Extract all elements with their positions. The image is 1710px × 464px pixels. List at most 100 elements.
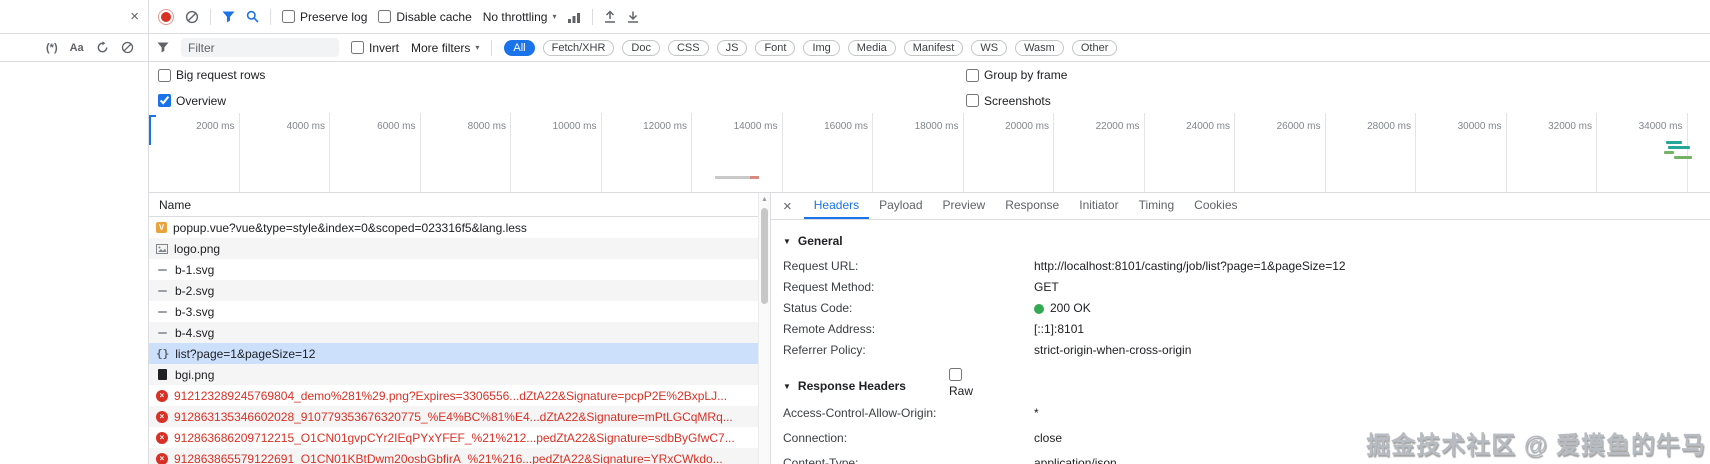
general-section-toggle[interactable]: ▼ General — [783, 232, 1710, 250]
main-split: Name V popup.vue?vue&type=style&index=0&… — [0, 193, 1710, 464]
timeline-tick: 24000 ms — [1145, 113, 1235, 192]
filter-pill-ws[interactable]: WS — [971, 39, 1008, 56]
overview-checkbox[interactable]: Overview — [158, 94, 226, 108]
import-har-icon[interactable] — [604, 10, 616, 23]
tab-timing[interactable]: Timing — [1129, 193, 1185, 219]
overview-box[interactable] — [158, 94, 171, 107]
table-row[interactable]: b-3.svg — [149, 301, 770, 322]
request-name: logo.png — [174, 241, 221, 256]
network-overview-timeline[interactable]: 2000 ms 4000 ms 6000 ms 8000 ms 10000 ms… — [149, 113, 1710, 193]
preserve-log-checkbox[interactable]: Preserve log — [282, 10, 367, 24]
table-row-error[interactable]: 912123289245769804_demo%281%29.png?Expir… — [149, 385, 770, 406]
field-value: 200 OK — [1034, 298, 1091, 319]
filter-input[interactable] — [181, 38, 339, 57]
filter-pill-css[interactable]: CSS — [667, 39, 709, 56]
overview-label: Overview — [176, 93, 227, 108]
search-panel-toolbar: (*) Aa — [0, 34, 148, 61]
raw-headers-toggle[interactable]: Raw — [949, 368, 973, 398]
scrollbar-thumb[interactable] — [761, 208, 768, 304]
raw-headers-box[interactable] — [949, 368, 962, 381]
network-conditions-icon[interactable] — [567, 11, 581, 23]
raw-label: Raw — [949, 384, 974, 398]
table-row[interactable]: b-4.svg — [149, 322, 770, 343]
filter-pill-doc[interactable]: Doc — [622, 39, 660, 56]
search-toggle-icon[interactable] — [246, 10, 259, 23]
invert-box[interactable] — [351, 41, 364, 54]
field-value: http://localhost:8101/casting/job/list?p… — [1034, 259, 1346, 273]
tab-initiator[interactable]: Initiator — [1069, 193, 1128, 219]
throttling-select[interactable]: No throttling ▾ — [483, 10, 557, 24]
screenshots-box[interactable] — [966, 94, 979, 107]
close-details-icon[interactable]: × — [781, 199, 794, 214]
name-column-header[interactable]: Name — [149, 193, 770, 217]
more-filters-label: More filters — [411, 40, 471, 55]
tab-preview[interactable]: Preview — [933, 193, 996, 219]
status-code-value: 200 OK — [1050, 301, 1091, 315]
table-row[interactable]: b-1.svg — [149, 259, 770, 280]
close-search-icon[interactable]: × — [128, 9, 141, 24]
invert-checkbox[interactable]: Invert — [351, 41, 399, 55]
disable-cache-box[interactable] — [378, 10, 392, 23]
request-name: bgi.png — [175, 367, 215, 382]
tab-payload[interactable]: Payload — [869, 193, 932, 219]
image-file-icon — [156, 243, 168, 255]
disclosure-triangle-icon: ▼ — [783, 236, 791, 246]
filter-pill-manifest[interactable]: Manifest — [903, 39, 964, 56]
network-controls: Preserve log Disable cache No throttling… — [148, 8, 649, 25]
request-name: 912123289245769804_demo%281%29.png?Expir… — [174, 388, 728, 403]
response-headers-toggle[interactable]: ▼ Response Headers — [783, 377, 1710, 395]
scrollbar[interactable]: ▲ — [758, 193, 770, 464]
table-row[interactable]: V popup.vue?vue&type=style&index=0&scope… — [149, 217, 770, 238]
record-button[interactable] — [161, 11, 171, 22]
big-request-rows-checkbox[interactable]: Big request rows — [158, 68, 265, 82]
site-watermark: 掘金技术社区 @ 爱摸鱼的牛马 — [1366, 432, 1706, 459]
more-filters-select[interactable]: More filters ▾ — [411, 41, 479, 55]
panel-divider — [148, 0, 149, 464]
filter-toggle-icon[interactable] — [222, 11, 235, 23]
refresh-search-icon[interactable] — [96, 41, 109, 54]
table-row[interactable]: bgi.png — [149, 364, 770, 385]
table-row[interactable]: b-2.svg — [149, 280, 770, 301]
screenshots-checkbox[interactable]: Screenshots — [966, 94, 1051, 108]
screenshots-label: Screenshots — [984, 93, 1051, 108]
search-results-panel — [0, 193, 149, 464]
filter-pill-fetch-xhr[interactable]: Fetch/XHR — [542, 39, 615, 56]
filter-pill-img[interactable]: Img — [803, 39, 840, 56]
table-row-error[interactable]: 912863135346602028_910779353676320775_%E… — [149, 406, 770, 427]
timeline-tick: 22000 ms — [1054, 113, 1145, 192]
filter-pill-font[interactable]: Font — [755, 39, 796, 56]
timeline-tick: 2000 ms — [149, 113, 240, 192]
clear-network-log-icon[interactable] — [185, 10, 199, 24]
header-field: Access-Control-Allow-Origin: * — [783, 401, 1710, 426]
group-by-frame-label: Group by frame — [984, 68, 1068, 82]
request-name: popup.vue?vue&type=style&index=0&scoped=… — [173, 220, 527, 235]
search-panel-input[interactable] — [0, 6, 123, 27]
timeline-tick: 4000 ms — [240, 113, 330, 192]
filter-pill-media[interactable]: Media — [847, 39, 896, 56]
tab-response[interactable]: Response — [995, 193, 1069, 219]
export-har-icon[interactable] — [627, 10, 639, 23]
match-case-toggle-icon[interactable]: Aa — [70, 42, 84, 54]
preserve-log-box[interactable] — [282, 10, 295, 23]
field-key: Content-Type: — [783, 456, 859, 464]
filter-pill-wasm[interactable]: Wasm — [1015, 39, 1064, 56]
big-request-rows-box[interactable] — [158, 68, 171, 82]
disable-cache-checkbox[interactable]: Disable cache — [378, 10, 472, 24]
clear-search-icon[interactable] — [121, 41, 134, 54]
field-value: application/json — [1034, 456, 1117, 464]
response-headers-title: Response Headers — [797, 379, 906, 393]
filter-pill-other[interactable]: Other — [1071, 39, 1118, 56]
table-row-error[interactable]: 912863865579122691_O1CN01KBtDwm20osbGbfi… — [149, 448, 770, 464]
tab-cookies[interactable]: Cookies — [1184, 193, 1247, 219]
regex-toggle-icon[interactable]: (*) — [46, 42, 58, 54]
table-row-selected[interactable]: {} list?page=1&pageSize=12 — [149, 343, 770, 364]
tab-headers[interactable]: Headers — [803, 193, 870, 219]
group-by-frame-checkbox[interactable]: Group by frame — [966, 68, 1067, 82]
field-key: Access-Control-Allow-Origin: — [783, 406, 937, 420]
table-row[interactable]: logo.png — [149, 238, 770, 259]
group-by-frame-box[interactable] — [966, 68, 979, 82]
table-row-error[interactable]: 912863686209712215_O1CN01gvpCYr2IEqPYxYF… — [149, 427, 770, 448]
filter-pill-all[interactable]: All — [504, 39, 535, 56]
filter-pill-js[interactable]: JS — [716, 39, 748, 56]
scroll-up-arrow-icon[interactable]: ▲ — [759, 193, 770, 205]
